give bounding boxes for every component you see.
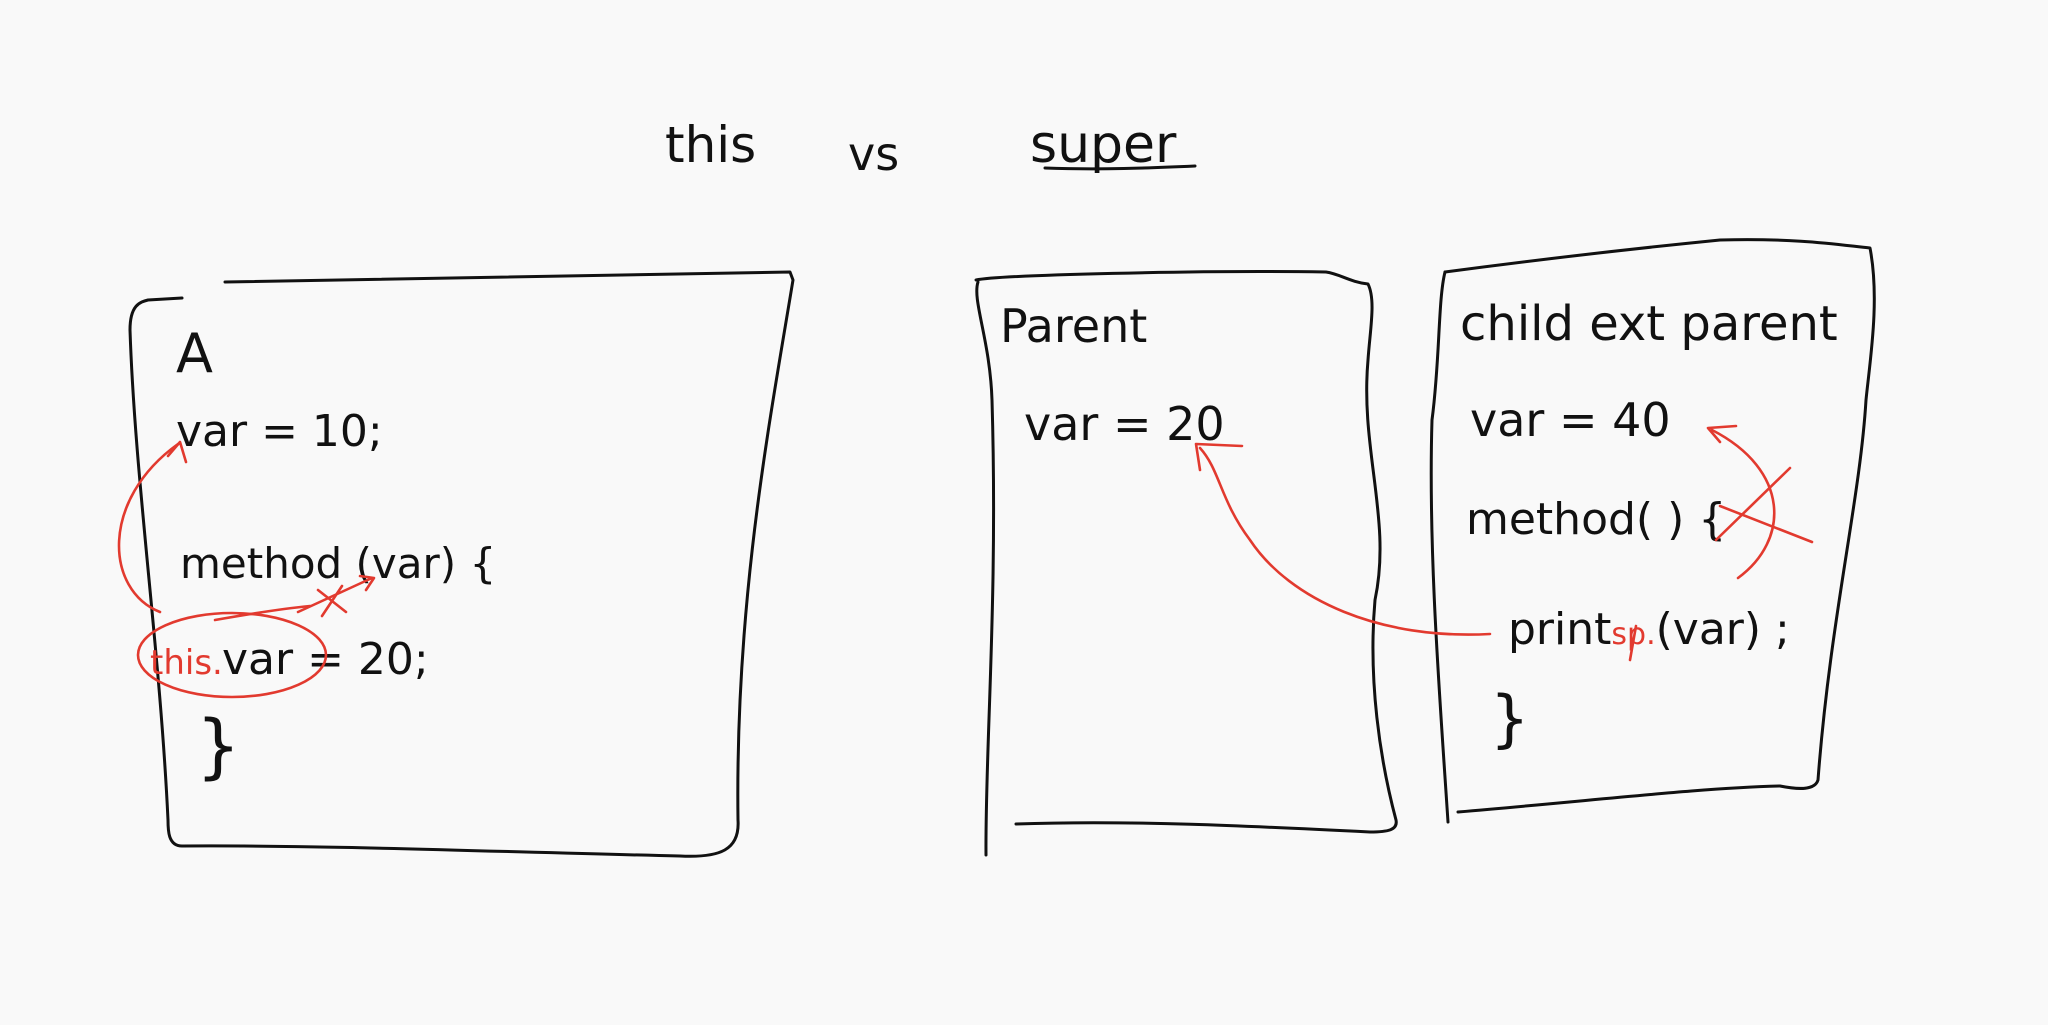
parent-box-left-edge bbox=[975, 280, 996, 857]
child-box-closing-brace: } bbox=[1490, 682, 1529, 755]
box-a-line-var: var = 10; bbox=[176, 406, 383, 457]
child-print-args: (var) ; bbox=[1656, 604, 1790, 655]
child-box-print-prefix: printsp.(var) ; bbox=[1508, 604, 1790, 655]
parent-box-frame bbox=[974, 270, 1398, 834]
child-box-line-method: method( ) { bbox=[1466, 494, 1726, 545]
title-super: super bbox=[1030, 115, 1177, 175]
title-this: this bbox=[665, 116, 756, 174]
whiteboard-canvas: this vs super A var = 10; method (var) {… bbox=[0, 0, 2048, 1025]
box-a-line-method: method (var) { bbox=[180, 539, 496, 588]
child-box-left-edge bbox=[1429, 270, 1450, 824]
arrow-super-to-parent-var bbox=[1198, 446, 1492, 636]
box-a-closing-brace: } bbox=[196, 705, 241, 787]
whiteboard-drawing: this vs super A var = 10; method (var) {… bbox=[117, 115, 1876, 858]
parent-box-line-var: var = 20 bbox=[1024, 397, 1225, 451]
child-print-word: print bbox=[1508, 604, 1611, 655]
box-a-name: A bbox=[176, 322, 213, 385]
child-box-name: child ext parent bbox=[1460, 296, 1838, 352]
cross-out-icon bbox=[1714, 466, 1814, 544]
title-vs: vs bbox=[848, 127, 899, 181]
parent-box-name: Parent bbox=[1000, 299, 1147, 353]
child-box-line-var: var = 40 bbox=[1470, 393, 1671, 447]
arrow-head-child-var bbox=[1706, 424, 1738, 444]
box-a-this-prefix: this. bbox=[150, 643, 223, 683]
